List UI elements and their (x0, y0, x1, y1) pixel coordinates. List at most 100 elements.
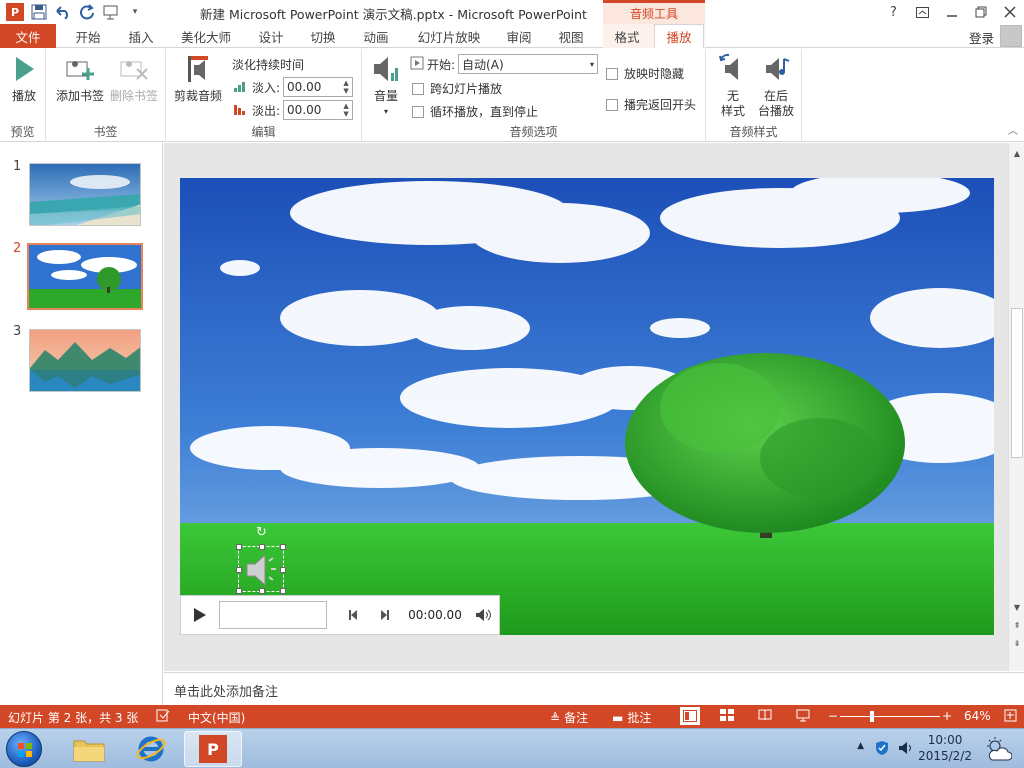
scroll-thumb[interactable] (1011, 308, 1023, 458)
tab-home[interactable]: 开始 (62, 24, 114, 48)
notes-toggle[interactable]: ≜ 备注 (550, 709, 588, 726)
add-bookmark-icon (64, 53, 96, 85)
fit-slide-icon[interactable] (1004, 709, 1017, 722)
group-label-audio-styles: 音频样式 (729, 125, 778, 139)
login-link[interactable]: 登录 (969, 28, 994, 47)
slide-thumbnail-2[interactable] (27, 243, 143, 310)
loop-row[interactable]: 循环播放，直到停止 (412, 103, 538, 120)
tab-slideshow[interactable]: 幻灯片放映 (406, 24, 492, 48)
resize-handle[interactable] (236, 588, 242, 594)
weather-icon[interactable] (984, 736, 1013, 765)
fade-in-row: 淡入: 00.00 ▲ ▼ (234, 77, 354, 97)
shield-icon[interactable] (875, 740, 889, 759)
scroll-up-icon[interactable]: ▲ (1011, 147, 1023, 159)
tab-review[interactable]: 审阅 (496, 24, 542, 48)
zoom-slider-track[interactable] (840, 716, 940, 717)
tab-format[interactable]: 格式 (604, 24, 650, 48)
hide-during-show-checkbox[interactable] (606, 67, 618, 80)
slide-sorter-icon[interactable] (720, 709, 734, 721)
resize-handle[interactable] (280, 544, 286, 550)
media-volume-button[interactable] (471, 595, 495, 635)
audio-clip-icon[interactable]: ↻ (236, 525, 286, 594)
restore-icon[interactable] (966, 0, 995, 24)
slideshow-view-icon[interactable] (796, 709, 810, 722)
resize-handle[interactable] (280, 567, 286, 573)
loop-label: 循环播放，直到停止 (430, 105, 539, 119)
notes-pane[interactable]: 单击此处添加备注 (164, 672, 1024, 705)
current-slide[interactable]: ↻ 00:00.00 (180, 178, 994, 635)
tab-playback[interactable]: 播放 (654, 24, 704, 49)
add-bookmark-button[interactable]: 添加书签 (54, 53, 106, 104)
editor-vertical-scrollbar[interactable]: ▲ ▼ ⇞ ⇟ (1008, 143, 1024, 671)
media-progress-bar[interactable] (219, 601, 327, 629)
notes-icon: ≜ (550, 710, 561, 725)
reading-view-icon[interactable] (758, 709, 772, 721)
no-style-button[interactable]: 无 样式 (712, 53, 754, 119)
loop-checkbox[interactable] (412, 105, 424, 118)
comments-toggle[interactable]: ▬ 批注 (612, 709, 651, 726)
app-icon[interactable]: P (4, 2, 26, 22)
redo-icon[interactable] (76, 2, 98, 22)
presentation-start-icon[interactable] (100, 2, 122, 22)
previous-slide-icon[interactable]: ⇞ (1011, 619, 1023, 631)
collapse-ribbon-icon[interactable]: ︿ (1008, 122, 1018, 137)
user-avatar[interactable] (1000, 25, 1022, 47)
ie-taskbar-button[interactable] (124, 731, 178, 767)
help-button[interactable]: ? (879, 0, 908, 24)
taskbar-clock[interactable]: 10:00 2015/2/2 (918, 732, 972, 764)
fade-out-spinner[interactable]: 00.00 ▲ ▼ (283, 100, 354, 120)
ribbon-display-options-icon[interactable] (908, 0, 937, 24)
scroll-down-icon[interactable]: ▼ (1011, 601, 1023, 613)
play-button[interactable]: 播放 (8, 53, 40, 104)
cross-slides-row[interactable]: 跨幻灯片播放 (412, 80, 502, 97)
tab-beautify-master[interactable]: 美化大师 (170, 24, 242, 48)
start-select[interactable]: 自动(A) ▾ (458, 54, 599, 74)
volume-tray-icon[interactable] (898, 741, 914, 758)
save-icon[interactable] (28, 2, 50, 22)
fade-out-spin-arrows[interactable]: ▲ ▼ (340, 101, 352, 119)
resize-handle[interactable] (259, 588, 265, 594)
media-forward-button[interactable] (369, 595, 399, 635)
close-icon[interactable] (995, 0, 1024, 24)
zoom-in-button[interactable]: + (942, 709, 952, 723)
tray-overflow-icon[interactable]: ▲ (857, 741, 864, 751)
rewind-checkbox[interactable] (606, 98, 618, 111)
trim-audio-button[interactable]: 剪裁音频 (170, 53, 226, 104)
zoom-level[interactable]: 64% (964, 709, 991, 723)
zoom-out-button[interactable]: − (828, 709, 838, 723)
media-back-button[interactable] (339, 595, 369, 635)
normal-view-button[interactable] (680, 707, 700, 725)
slide-thumbnail-1[interactable] (29, 163, 141, 226)
undo-icon[interactable] (52, 2, 74, 22)
customize-qat-icon[interactable]: ▾ (124, 2, 146, 22)
next-slide-icon[interactable]: ⇟ (1011, 637, 1023, 649)
resize-handle[interactable] (236, 567, 242, 573)
resize-handle[interactable] (236, 544, 242, 550)
tab-view[interactable]: 视图 (548, 24, 594, 48)
spell-check-icon[interactable] (156, 709, 170, 722)
volume-button[interactable]: 音量 ▾ (368, 53, 404, 119)
rewind-row[interactable]: 播完返回开头 (606, 96, 696, 113)
resize-handle[interactable] (259, 544, 265, 550)
minimize-icon[interactable] (937, 0, 966, 24)
powerpoint-taskbar-button[interactable]: P (184, 731, 242, 767)
zoom-slider-thumb[interactable] (870, 711, 874, 722)
media-play-button[interactable] (181, 595, 219, 635)
cross-slides-checkbox[interactable] (412, 82, 424, 95)
fade-in-spin-arrows[interactable]: ▲ ▼ (340, 78, 352, 96)
start-button[interactable] (6, 731, 42, 767)
tab-transitions[interactable]: 切换 (300, 24, 346, 48)
rotate-handle-icon[interactable]: ↻ (256, 525, 267, 540)
tab-file[interactable]: 文件 (0, 24, 56, 48)
tab-insert[interactable]: 插入 (116, 24, 166, 48)
slide-thumbnail-3[interactable] (29, 329, 141, 392)
remove-bookmark-button[interactable]: 删除书签 (108, 53, 160, 104)
fade-in-spinner[interactable]: 00.00 ▲ ▼ (283, 77, 354, 97)
explorer-taskbar-button[interactable] (62, 731, 116, 767)
play-in-background-button[interactable]: 在后 台播放 (754, 53, 798, 119)
hide-during-show-row[interactable]: 放映时隐藏 (606, 65, 684, 82)
tab-design[interactable]: 设计 (248, 24, 294, 48)
language-indicator[interactable]: 中文(中国) (188, 709, 245, 726)
resize-handle[interactable] (280, 588, 286, 594)
tab-animations[interactable]: 动画 (352, 24, 400, 48)
